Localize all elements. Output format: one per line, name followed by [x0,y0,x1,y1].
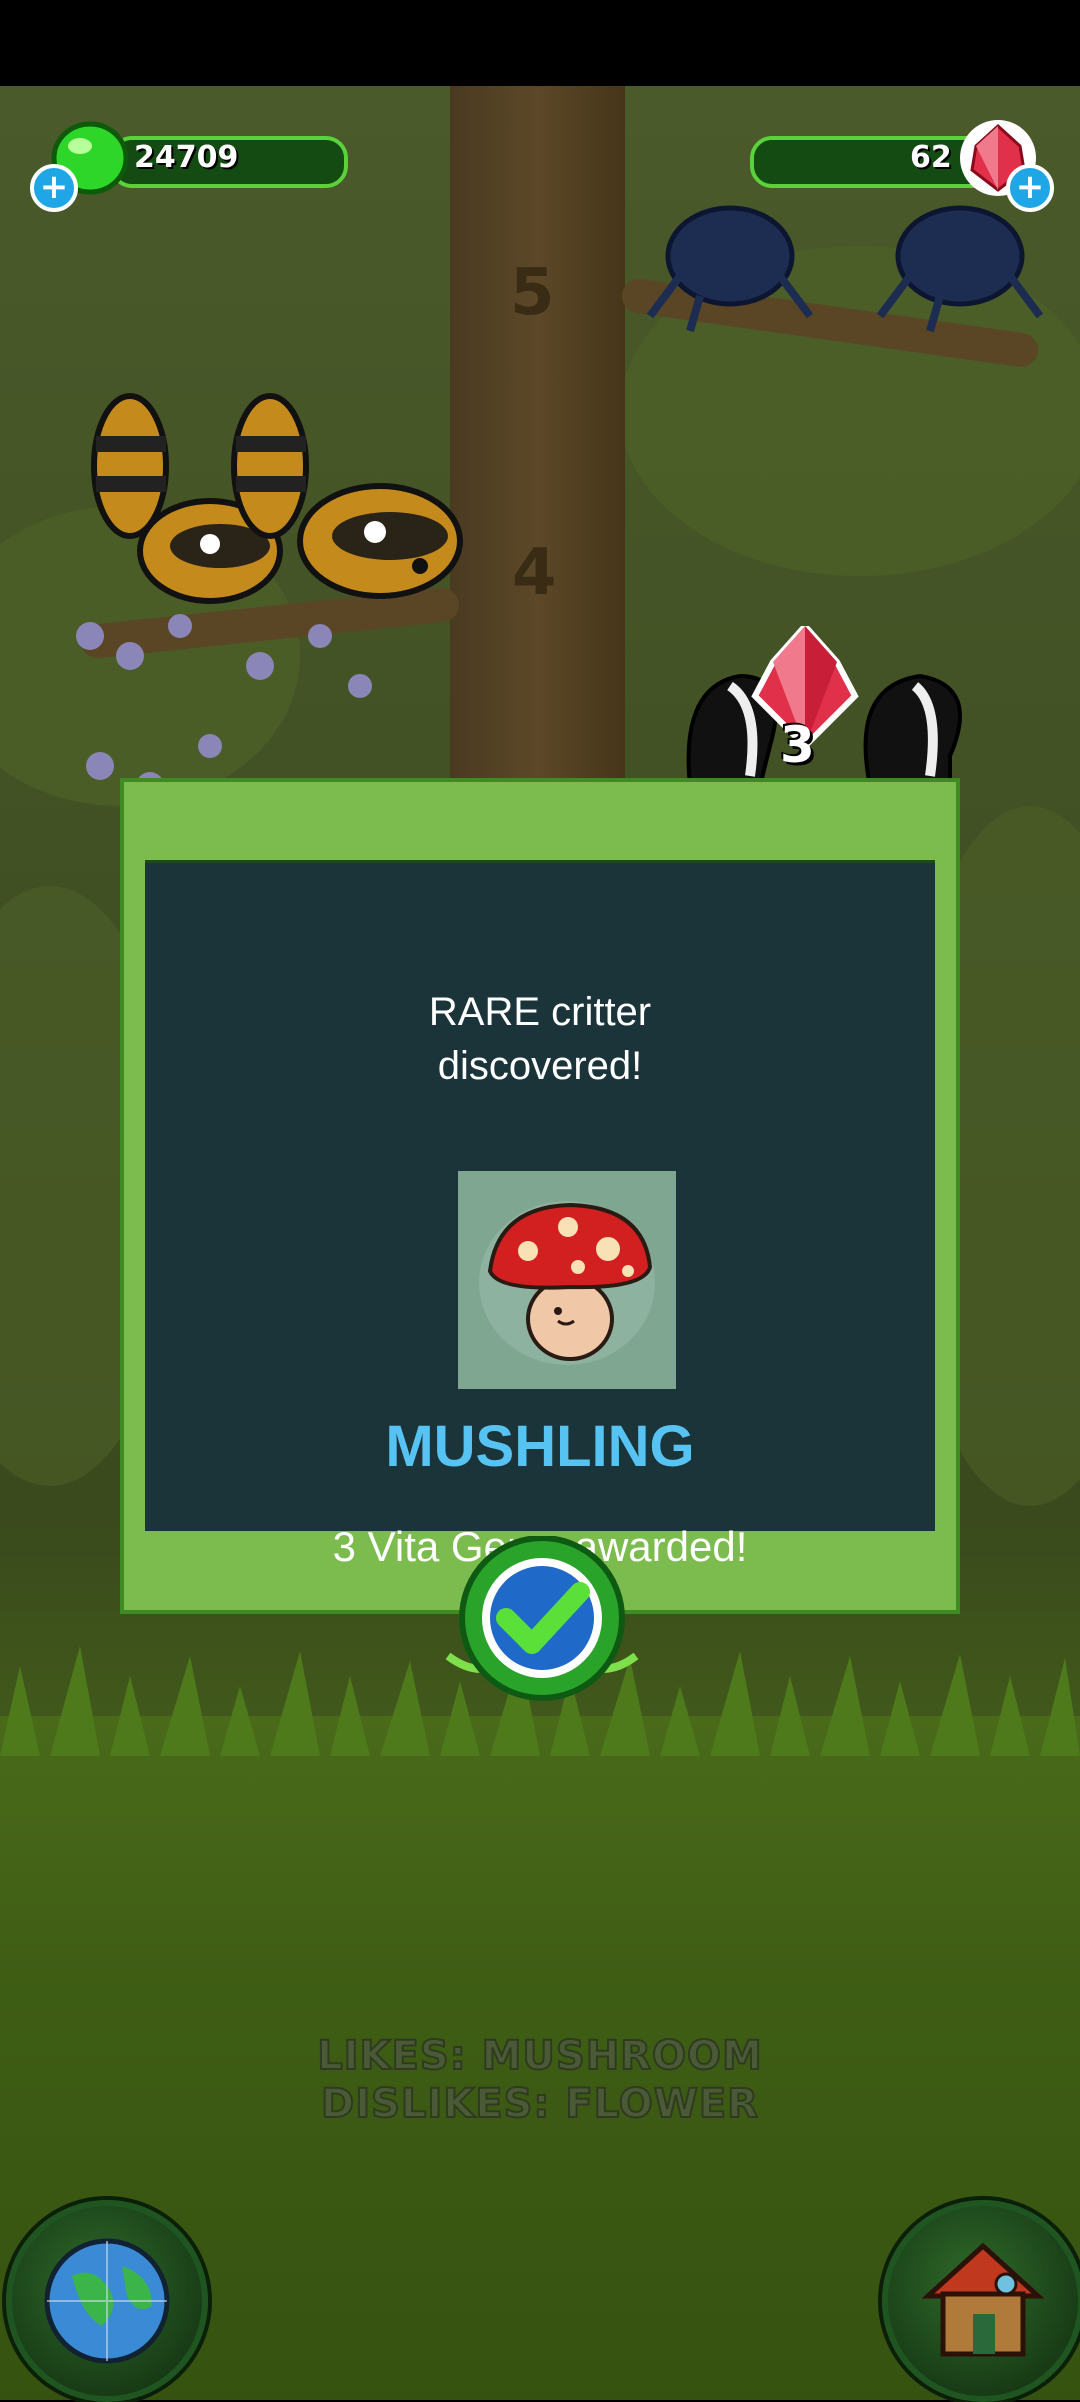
rare-critter-dialog: RARE critter discovered! MUSHLING 3 Vita… [120,778,960,1614]
confirm-button[interactable] [438,1536,646,1706]
gem-counter-right: 62 + [730,118,1060,212]
critter-portrait [458,1171,676,1389]
home-button[interactable] [882,2200,1080,2402]
dialog-panel: RARE critter discovered! MUSHLING 3 Vita… [145,860,935,1570]
gem-counter-left: 24709 + [30,118,350,212]
house-icon [921,2242,1045,2357]
green-gem-count: 24709 [134,140,239,175]
world-map-button[interactable] [6,2200,208,2402]
red-gem-count: 62 [910,140,952,175]
critter-name: MUSHLING [385,1414,695,1479]
likes-text: LIKES: MUSHROOM [316,2032,763,2080]
status-bar [0,0,1080,86]
add-green-gems-button[interactable]: + [30,164,78,212]
add-red-gems-button[interactable]: + [1006,164,1054,212]
trunk-number-4: 4 [512,536,557,610]
dialog-title-line1: RARE critter [428,990,652,1034]
gem-pickup-count: 3 [780,716,815,774]
critter-preferences: LIKES: MUSHROOM DISLIKES: FLOWER [0,2032,1080,2128]
mushling-icon [479,1201,655,1365]
globe-icon [44,2238,170,2364]
dialog-title: RARE critter discovered! [145,985,935,1093]
raccoon-critter [91,393,463,604]
dialog-title-line2: discovered! [437,1044,643,1088]
dislikes-text: DISLIKES: FLOWER [320,2080,759,2128]
spider-critter [646,205,1044,333]
trunk-number-5: 5 [510,256,555,330]
